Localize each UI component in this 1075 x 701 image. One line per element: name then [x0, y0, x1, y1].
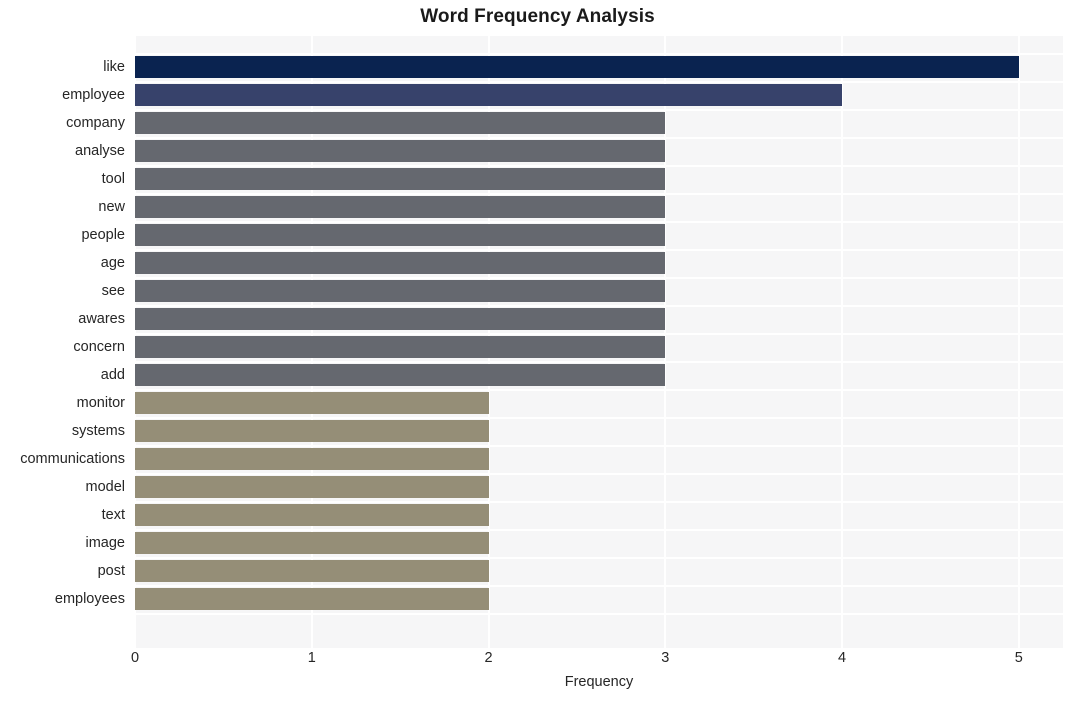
bar[interactable]: [135, 392, 489, 415]
bar[interactable]: [135, 196, 666, 219]
bar[interactable]: [135, 224, 666, 247]
bar[interactable]: [135, 420, 489, 443]
x-axis-tick-label: 2: [484, 650, 493, 666]
y-axis-tick-label: like: [103, 59, 125, 75]
y-axis-tick-label: age: [100, 255, 125, 272]
bar-series: [135, 36, 1063, 648]
bar[interactable]: [135, 336, 666, 359]
y-axis-tick-label: see: [101, 283, 125, 300]
bar[interactable]: [135, 560, 489, 583]
y-axis-tick-label: awares: [78, 311, 125, 328]
y-axis-tick-label: employee: [62, 87, 125, 103]
y-axis-tick-label: employees: [54, 591, 125, 608]
bar[interactable]: [135, 168, 666, 191]
x-axis-tick-label: 5: [1014, 650, 1023, 666]
y-axis-tick-label: new: [98, 199, 125, 216]
y-axis-tick-label: concern: [73, 339, 125, 356]
bar[interactable]: [135, 448, 489, 471]
y-axis-tick-label: image: [85, 535, 126, 552]
chart-title: Word Frequency Analysis: [420, 6, 655, 27]
bar[interactable]: [135, 84, 843, 106]
y-axis-tick-label: communications: [20, 451, 125, 468]
bar[interactable]: [135, 504, 489, 527]
y-axis-tick-labels: like employee company analyse tool new people a…: [0, 36, 130, 648]
x-axis-tick-labels: 0 1 2 3 4 5: [131, 650, 1063, 674]
x-axis-tick-label: 3: [661, 650, 670, 666]
y-axis-tick-label: people: [81, 227, 125, 244]
y-axis-tick-label: tool: [101, 171, 125, 188]
bar[interactable]: [135, 308, 666, 331]
bar[interactable]: [135, 140, 666, 163]
word-frequency-chart: Word Frequency Analysis like employee comp…: [0, 0, 1075, 701]
y-axis-tick-label: post: [97, 563, 125, 580]
y-axis-tick-label: analyse: [75, 143, 125, 160]
y-axis-tick-label: text: [101, 507, 125, 524]
y-axis-tick-label: model: [85, 479, 126, 496]
bar[interactable]: [135, 112, 666, 135]
bar[interactable]: [135, 280, 666, 303]
x-axis-tick-label: 1: [307, 650, 316, 666]
bar[interactable]: [135, 252, 666, 275]
y-axis-tick-label: company: [66, 115, 125, 132]
bar[interactable]: [135, 476, 489, 499]
y-axis-tick-label: monitor: [76, 395, 125, 412]
bar[interactable]: [135, 532, 489, 555]
x-axis-tick-label: 4: [838, 650, 847, 666]
y-axis-tick-label: systems: [71, 423, 125, 440]
bar[interactable]: [135, 364, 666, 387]
bar[interactable]: [135, 56, 1019, 78]
bar[interactable]: [135, 588, 489, 611]
x-axis-tick-label: 0: [130, 650, 140, 666]
x-axis-title: Frequency: [564, 674, 634, 690]
y-axis-tick-label: add: [100, 367, 125, 384]
